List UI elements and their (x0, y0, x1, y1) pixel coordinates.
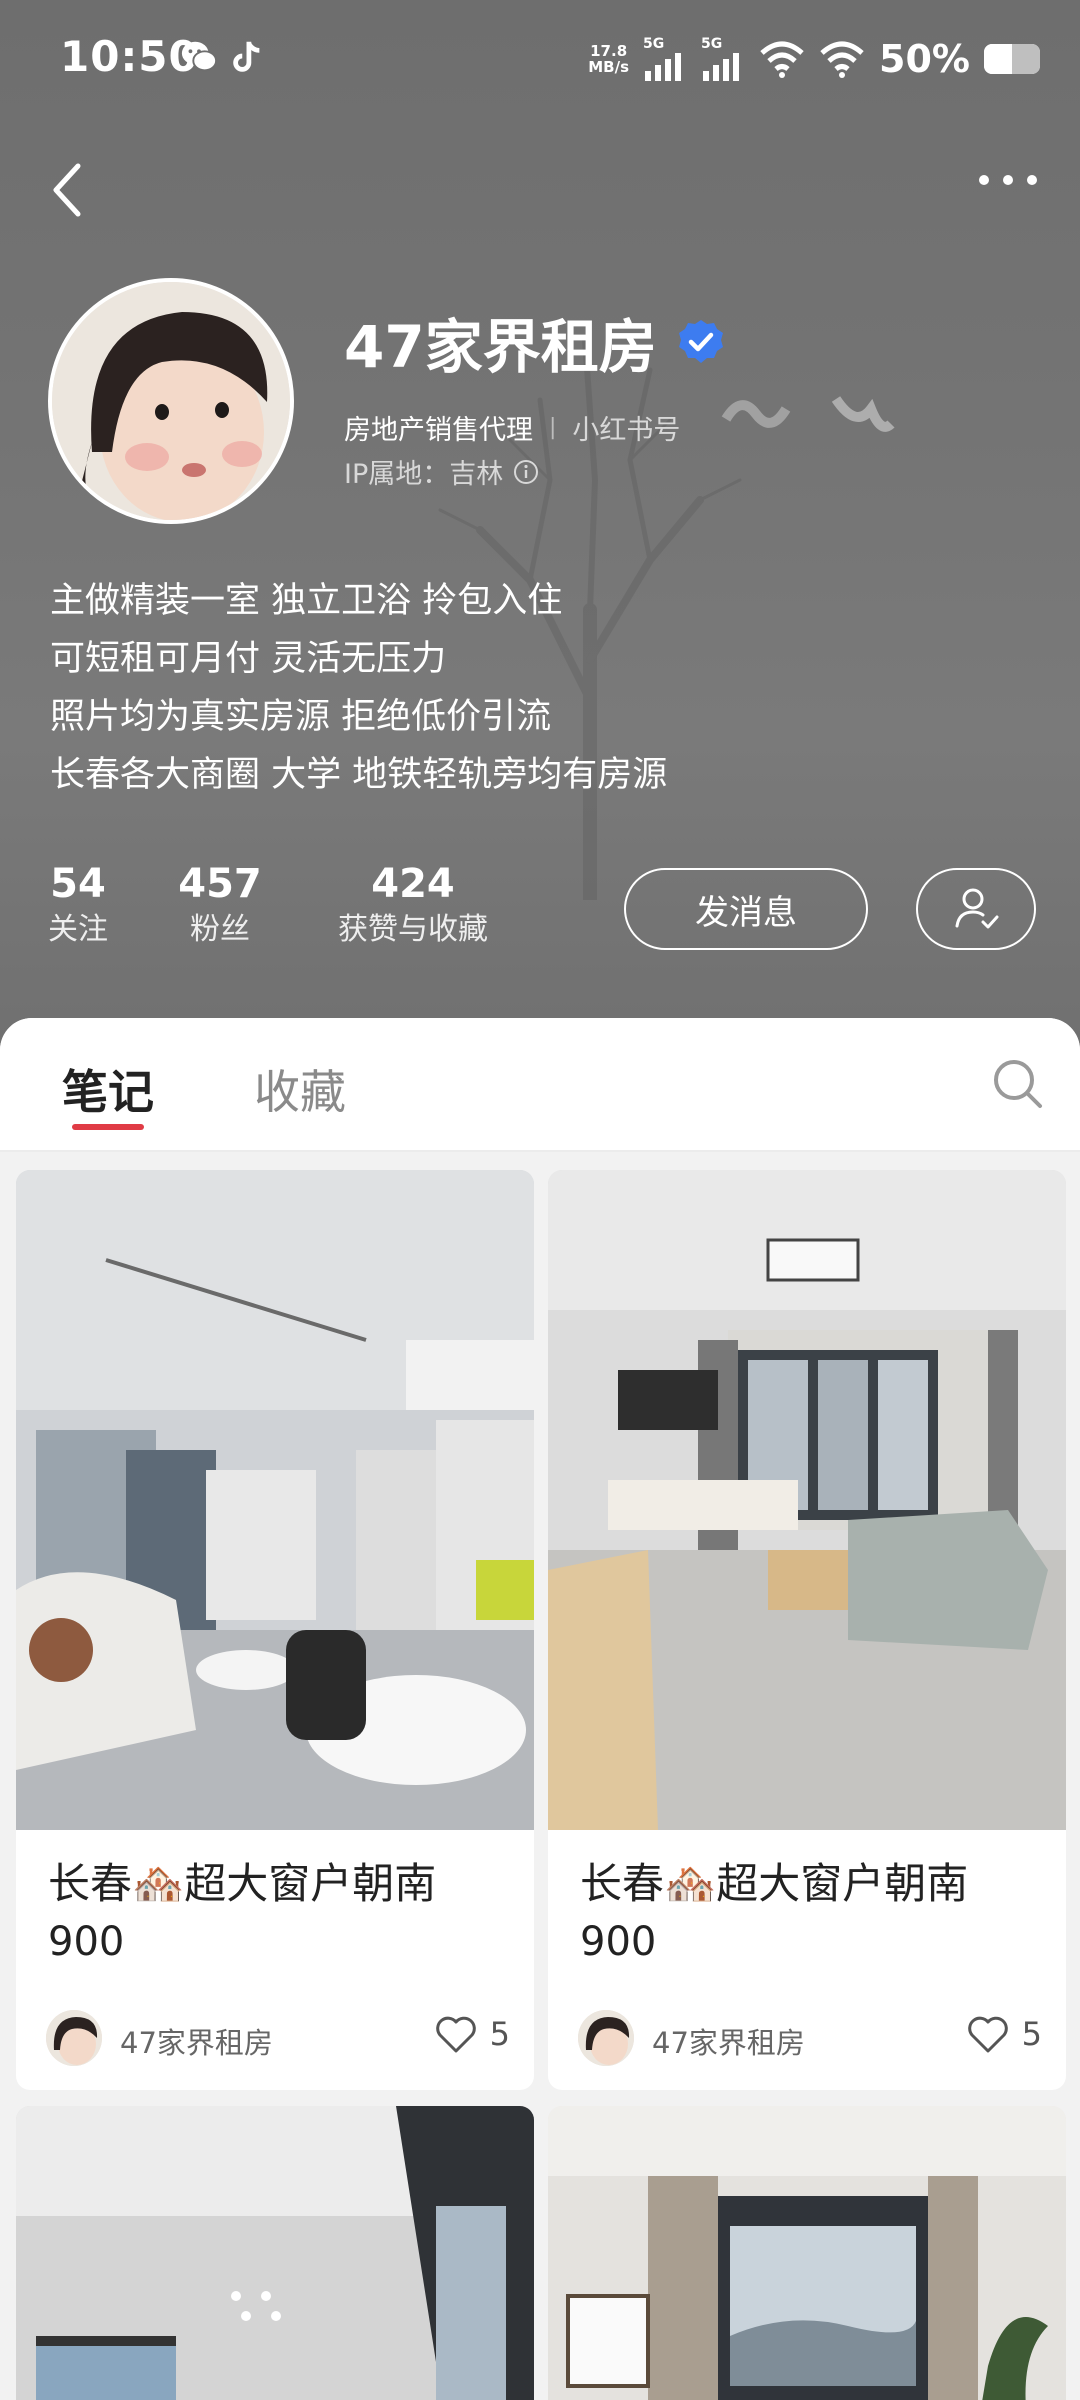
note-price: 900 (580, 1919, 657, 1965)
more-dots-icon[interactable] (976, 168, 1040, 192)
room-photo (548, 2106, 1066, 2400)
bio-line: 主做精装一室 独立卫浴 拎包入住 (50, 581, 563, 621)
like-button[interactable]: 5 (966, 2014, 1042, 2054)
stat-likes-collects[interactable]: 424 获赞与收藏 (328, 860, 498, 952)
note-card[interactable] (548, 2106, 1066, 2400)
status-right-group: 17.8 MB/s 5G 5G 50% (588, 34, 1040, 84)
profile-meta-row: 房地产销售代理 | 小红书号 (344, 396, 896, 449)
meta-separator: | (549, 414, 557, 440)
wifi-icon (760, 41, 804, 78)
status-bar: 10:50 17.8 MB/s 5G 5G 50% (0, 0, 1080, 118)
tiktok-icon (233, 41, 260, 72)
wechat-icon (181, 41, 218, 72)
user-check-icon (955, 888, 999, 929)
notes-panel: 笔记 收藏 长春🏘️超大窗户朝南 900 47家界租房 5 长春🏘️超大窗户朝南… (0, 1018, 1080, 2400)
author-avatar-image (578, 2010, 634, 2066)
battery-percent: 50% (879, 37, 970, 81)
send-message-button[interactable]: 发消息 (624, 868, 868, 950)
heart-icon (967, 2016, 1008, 2053)
author-avatar[interactable] (578, 2010, 634, 2066)
note-footer: 47家界租房 5 (16, 1980, 534, 2090)
tab-bar: 笔记 收藏 (0, 1018, 1080, 1152)
profile-avatar[interactable] (48, 278, 294, 524)
heart-icon (435, 2016, 476, 2053)
profile-header: 10:50 17.8 MB/s 5G 5G 50% 47家界租房 房地产销售代理… (0, 0, 1080, 1050)
profile-name: 47家界租房 (344, 313, 657, 381)
wifi-icon (820, 41, 864, 78)
verified-badge-icon (678, 320, 723, 363)
note-title: 长春🏘️超大窗户朝南 (580, 1859, 969, 1908)
note-author[interactable]: 47家界租房 (120, 2020, 273, 2062)
note-footer: 47家界租房 5 (548, 1980, 1066, 2090)
author-avatar-image (46, 2010, 102, 2066)
author-avatar[interactable] (46, 2010, 102, 2066)
search-icon[interactable] (990, 1056, 1046, 1112)
follow-button[interactable] (916, 868, 1036, 950)
battery-icon (984, 44, 1040, 74)
signal-icon (645, 53, 682, 81)
net-speed: 17.8 MB/s (588, 42, 630, 76)
note-price: 900 (48, 1919, 125, 1965)
bio-line: 照片均为真实房源 拒绝低价引流 (50, 697, 552, 737)
note-author[interactable]: 47家界租房 (652, 2020, 805, 2062)
redbook-id-label: 小红书号 (572, 414, 681, 446)
note-card[interactable]: 长春🏘️超大窗户朝南 900 47家界租房 5 (548, 1170, 1066, 2090)
like-count: 5 (1021, 2015, 1042, 2053)
like-count: 5 (489, 2015, 510, 2053)
bio-line: 可短租可月付 灵活无压力 (50, 639, 447, 679)
bio-line: 长春各大商圈 大学 地铁轻轨旁均有房源 (50, 755, 668, 795)
info-icon[interactable] (513, 459, 539, 485)
sim1-signal: 5G (643, 37, 687, 81)
status-time: 10:50 (60, 32, 199, 81)
like-button[interactable]: 5 (434, 2014, 510, 2054)
living-room-photo (16, 1170, 534, 1830)
living-room-photo (548, 1170, 1066, 1830)
ip-location: IP属地：吉林 (344, 459, 504, 490)
signal-icon (703, 53, 740, 81)
note-title: 长春🏘️超大窗户朝南 (48, 1859, 437, 1908)
sim2-signal: 5G (701, 37, 745, 81)
tab-collections[interactable]: 收藏 (254, 1056, 346, 1122)
redacted-id-scribble (722, 396, 895, 432)
ip-location-row: IP属地：吉林 (344, 452, 539, 491)
note-card[interactable]: 长春🏘️超大窗户朝南 900 47家界租房 5 (16, 1170, 534, 2090)
profile-category: 房地产销售代理 (344, 414, 533, 446)
note-card[interactable] (16, 2106, 534, 2400)
tab-notes[interactable]: 笔记 (62, 1056, 154, 1122)
child-face-image (52, 282, 290, 520)
active-tab-indicator (72, 1124, 144, 1130)
back-icon[interactable] (46, 160, 86, 220)
room-photo (16, 2106, 534, 2400)
profile-name-row: 47家界租房 (344, 300, 725, 384)
stat-followers[interactable]: 457 粉丝 (170, 860, 270, 952)
stat-following[interactable]: 54 关注 (36, 860, 120, 952)
profile-bio: 主做精装一室 独立卫浴 拎包入住 可短租可月付 灵活无压力 照片均为真实房源 拒… (50, 572, 667, 804)
